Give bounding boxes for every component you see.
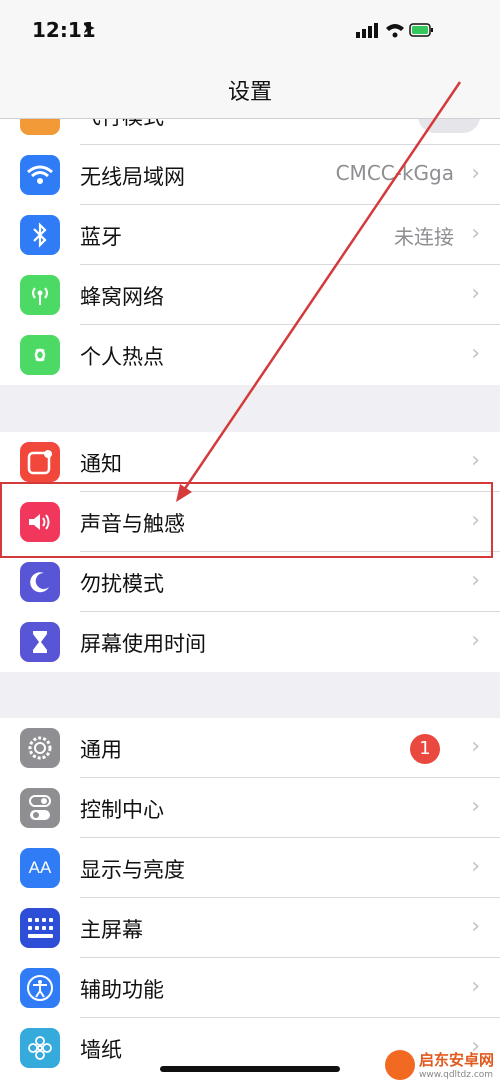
home-indicator[interactable] bbox=[160, 1066, 340, 1072]
watermark-title: 启东安卓网 bbox=[418, 1051, 494, 1069]
watermark-url: www.qdltdz.com bbox=[418, 1070, 494, 1080]
watermark-logo-icon bbox=[384, 1049, 415, 1080]
annotation-arrow bbox=[176, 81, 462, 502]
watermark: 启东安卓网 www.qdltdz.com bbox=[384, 1049, 494, 1080]
